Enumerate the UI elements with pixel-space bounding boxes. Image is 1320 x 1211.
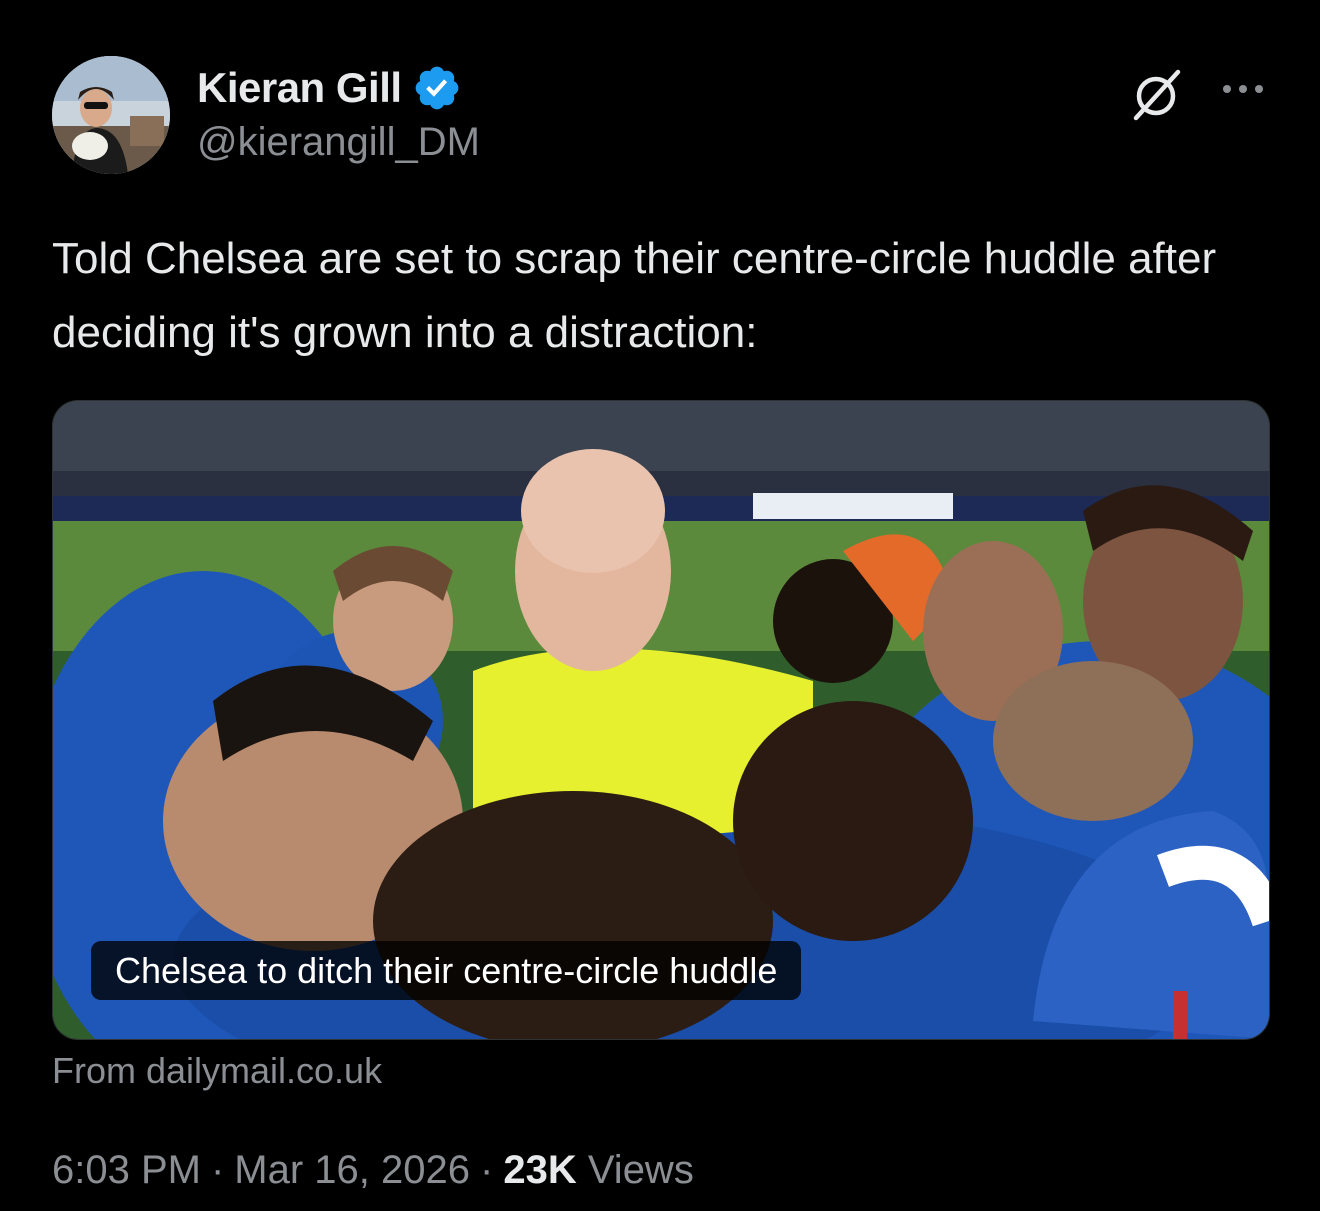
display-name[interactable]: Kieran Gill (197, 64, 402, 112)
avatar[interactable] (52, 56, 170, 174)
link-card[interactable]: Chelsea to ditch their centre-circle hud… (52, 400, 1270, 1040)
verified-badge-icon (415, 66, 458, 110)
handle[interactable]: @kierangill_DM (197, 120, 480, 165)
grok-icon[interactable] (1126, 64, 1186, 124)
views-label: Views (587, 1148, 694, 1192)
name-row: Kieran Gill (197, 62, 480, 114)
link-card-title[interactable]: Chelsea to ditch their centre-circle hud… (91, 941, 802, 1000)
tweet-date[interactable]: Mar 16, 2026 (234, 1148, 470, 1192)
avatar-photo (52, 56, 170, 174)
more-dots-icon[interactable] (1218, 74, 1268, 104)
meta-separator: · (210, 1148, 225, 1192)
author-block: Kieran Gill @kierangill_DM (197, 62, 480, 165)
tweet-time[interactable]: 6:03 PM (52, 1148, 201, 1192)
tweet-text: Told Chelsea are set to scrap their cent… (52, 234, 1217, 357)
tweet: Kieran Gill @kierangill_DM Told Chelsea … (0, 0, 1320, 1211)
link-source[interactable]: From dailymail.co.uk (52, 1050, 382, 1092)
tweet-meta: 6:03 PM · Mar 16, 2026 · 23K Views (52, 1148, 694, 1193)
tweet-header: Kieran Gill @kierangill_DM (52, 56, 1268, 176)
meta-separator: · (480, 1148, 494, 1192)
views-count[interactable]: 23K (503, 1148, 576, 1192)
